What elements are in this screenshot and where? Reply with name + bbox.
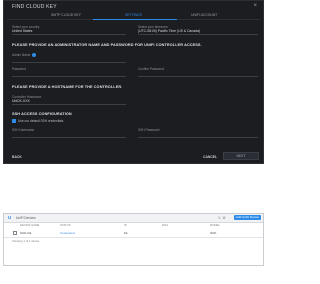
password-input[interactable] — [12, 71, 126, 77]
hostname-input[interactable]: UbiCK-XXX — [12, 99, 126, 105]
admin-name-input[interactable] — [12, 57, 126, 63]
cancel-button[interactable]: CANCEL — [203, 155, 217, 159]
devices-footer: Showing 1 of 1 device — [12, 239, 40, 243]
table-row[interactable]: UCK-G2 Connected 10. UCK — [4, 229, 263, 238]
country-select[interactable]: United States — [12, 29, 126, 35]
back-button[interactable]: BACK — [12, 155, 22, 159]
confirm-password-input[interactable] — [138, 71, 258, 77]
devices-title: UniFi Devices — [16, 216, 36, 220]
col-mac[interactable]: MAC — [162, 223, 168, 227]
device-name-cell: UCK-G2 — [20, 231, 32, 235]
ssh-section-heading: SSH ACCESS CONFIGURATION — [12, 112, 72, 116]
devices-panel: U UniFi Devices ↻⚙ Add UniFi Device DEVI… — [3, 213, 264, 266]
next-button[interactable]: NEXT — [223, 152, 259, 160]
step-unifi-account[interactable]: UNIFI ACCOUNT — [191, 13, 217, 17]
col-ip[interactable]: IP — [124, 223, 127, 227]
step-smtp-cloud-key[interactable]: SMTP CLOUD KEY — [51, 13, 81, 17]
active-step-indicator — [93, 19, 177, 20]
ssh-username-input[interactable] — [12, 132, 126, 138]
step-settings[interactable]: SETTINGS — [125, 13, 142, 17]
ssh-default-label: Use our default SSH credentials — [18, 119, 64, 123]
settings-icon[interactable]: ⚙ — [223, 216, 228, 220]
ssh-password-input[interactable] — [138, 132, 258, 138]
dialog-title: FIND CLOUD KEY — [12, 4, 57, 10]
col-status[interactable]: STATUS — [60, 223, 71, 227]
header-icons: ↻⚙ — [218, 216, 227, 220]
unifi-logo: U — [8, 215, 12, 220]
device-icon — [13, 231, 17, 235]
setup-wizard-dialog: FIND CLOUD KEY × SMTP CLOUD KEY SETTINGS… — [3, 0, 264, 164]
admin-section-heading: PLEASE PROVIDE AN ADMINISTRATOR NAME AND… — [12, 43, 202, 47]
col-device-name[interactable]: DEVICE NAME — [20, 223, 39, 227]
col-model[interactable]: MODEL — [210, 223, 220, 227]
table-header: DEVICE NAME STATUS IP MAC MODEL — [4, 223, 263, 228]
device-status-cell: Connected — [60, 231, 75, 235]
add-device-button[interactable]: Add UniFi Device — [234, 215, 261, 220]
device-model-cell: UCK — [210, 231, 217, 235]
close-icon[interactable]: × — [253, 3, 257, 9]
hostname-section-heading: PLEASE PROVIDE A HOSTNAME FOR THE CONTRO… — [12, 85, 123, 89]
timezone-select[interactable]: (UTC-08:00) Pacific Time (US & Canada) — [138, 29, 258, 35]
ssh-default-checkbox[interactable] — [12, 119, 16, 123]
device-ip-cell: 10. — [124, 231, 129, 235]
devices-header: U UniFi Devices ↻⚙ Add UniFi Device — [4, 214, 263, 223]
